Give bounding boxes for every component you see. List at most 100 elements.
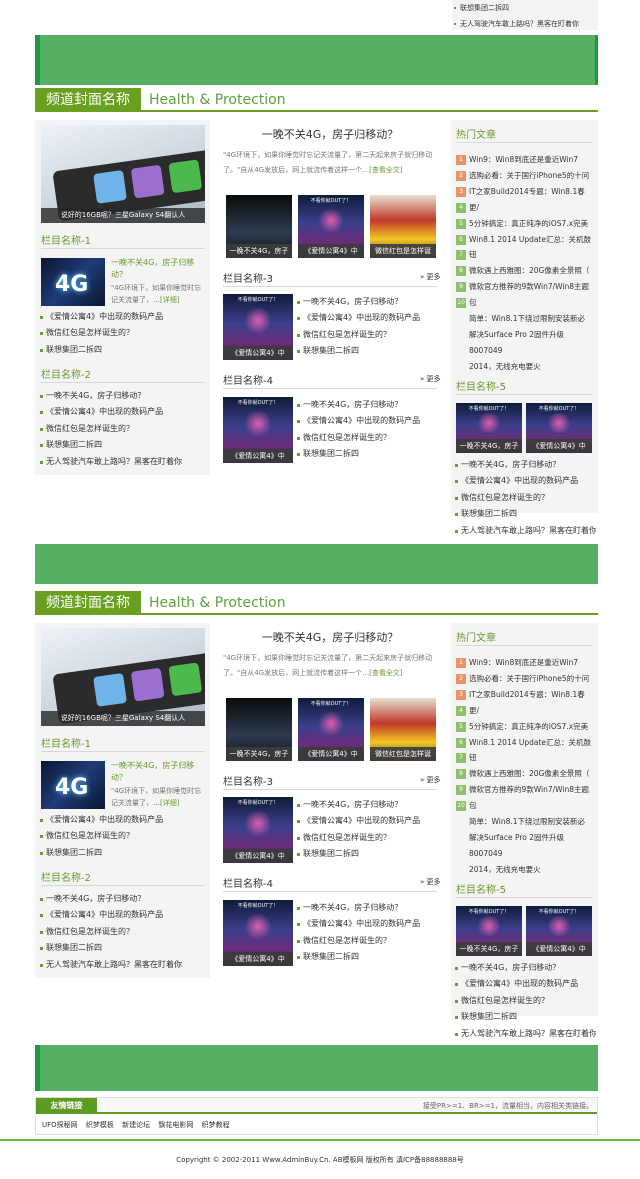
hot-article-item[interactable]: 5 5分钟搞定：真正纯净的iOS7.x完美: [451, 216, 598, 232]
thumbnail-image[interactable]: 不看你就OUT了！ 《爱情公寓4》中: [223, 294, 293, 360]
hot-article-item[interactable]: 4 更/: [451, 200, 598, 216]
list-item[interactable]: 《爱情公寓4》中出现的数码产品: [296, 916, 436, 932]
list-item[interactable]: 《爱情公寓4》中出现的数码产品: [39, 404, 207, 420]
photo-thumbnail[interactable]: 一晚不关4G，房子: [226, 195, 292, 258]
list-item[interactable]: 无人驾驶汽车敢上路吗？黑客在盯着你: [39, 957, 207, 973]
feature-more-link[interactable]: [详细]: [160, 296, 179, 304]
photo-caption[interactable]: 微信红包是怎样诞: [370, 747, 436, 761]
more-link[interactable]: » 更多: [420, 272, 441, 282]
hot-article-item[interactable]: 5 5分钟搞定：真正纯净的iOS7.x完美: [451, 719, 598, 735]
thumbnail-caption[interactable]: 一晚不关4G，房子: [456, 439, 522, 453]
list-item[interactable]: 《爱情公寓4》中出现的数码产品: [454, 473, 596, 489]
photo-caption[interactable]: 一晚不关4G，房子: [226, 747, 292, 761]
hot-article-item[interactable]: 2 选购必看：关于国行iPhone5的十问: [451, 168, 598, 184]
friend-link[interactable]: 织梦模板: [86, 1121, 114, 1129]
list-item[interactable]: 一晚不关4G，房子归移动？: [296, 797, 436, 813]
category-title[interactable]: 栏目名称-2: [41, 366, 91, 381]
category-title[interactable]: 栏目名称-2: [41, 869, 91, 884]
list-item[interactable]: 一晚不关4G，房子归移动？: [39, 388, 207, 404]
photo-thumbnail[interactable]: 微信红包是怎样诞: [370, 195, 436, 258]
list-item[interactable]: 微信红包是怎样诞生的？: [39, 924, 207, 940]
slide-caption[interactable]: 说好的16GB呢？三星Galaxy S4翻认人: [41, 208, 205, 223]
thumbnail-image[interactable]: 不看你就OUT了！ 《爱情公寓4》中: [526, 906, 592, 956]
category-title[interactable]: 栏目名称-1: [41, 232, 91, 247]
list-item[interactable]: 微信红包是怎样诞生的？: [39, 421, 207, 437]
hot-article-item[interactable]: 2 选购必看：关于国行iPhone5的十问: [451, 671, 598, 687]
headline[interactable]: 一晚不关4G，房子归移动？: [215, 629, 445, 645]
category-title[interactable]: 栏目名称-1: [41, 735, 91, 750]
list-item[interactable]: 联想集团二拆四: [454, 506, 596, 522]
friend-links-tab[interactable]: 友情链接: [36, 1098, 97, 1114]
hot-article-item[interactable]: 4 更/: [451, 703, 598, 719]
list-item[interactable]: 微信红包是怎样诞生的？: [296, 933, 436, 949]
feature-title[interactable]: 一晚不关4G，房子归移动？: [111, 257, 206, 281]
category-title[interactable]: 栏目名称-4: [223, 372, 273, 387]
ad-banner-2[interactable]: [35, 544, 598, 584]
friend-link[interactable]: 新建论坛: [122, 1121, 150, 1129]
list-item[interactable]: 联想集团二拆四: [296, 846, 436, 862]
more-link[interactable]: » 更多: [420, 877, 441, 887]
hot-article-item[interactable]: 2014，无线充电要火: [451, 862, 598, 878]
thumbnail-caption[interactable]: 《爱情公寓4》中: [223, 849, 293, 863]
hot-article-item[interactable]: 10 包: [451, 295, 598, 311]
list-item[interactable]: 微信红包是怎样诞生的？: [39, 325, 207, 341]
list-item[interactable]: 《爱情公寓4》中出现的数码产品: [454, 976, 596, 992]
hot-article-item[interactable]: 8 微软遇上西雅图：20G像素全景照（: [451, 263, 598, 279]
list-item[interactable]: 联想集团二拆四: [296, 343, 436, 359]
thumbnail-image[interactable]: 不看你就OUT了！ 《爱情公寓4》中: [526, 403, 592, 453]
hot-article-item[interactable]: 2014，无线充电要火: [451, 359, 598, 375]
thumbnail-image[interactable]: 不看你就OUT了！ 《爱情公寓4》中: [298, 698, 364, 761]
list-item[interactable]: 微信红包是怎样诞生的？: [296, 430, 436, 446]
list-item[interactable]: 微信红包是怎样诞生的？: [39, 828, 207, 844]
hot-article-item[interactable]: 解决Surface Pro 2固件升级: [451, 327, 598, 343]
photo-thumbnail[interactable]: 一晚不关4G，房子: [226, 698, 292, 761]
list-item[interactable]: 微信红包是怎样诞生的？: [296, 830, 436, 846]
list-item[interactable]: 《爱情公寓4》中出现的数码产品: [296, 413, 436, 429]
more-link[interactable]: » 更多: [420, 775, 441, 785]
hot-article-item[interactable]: 解决Surface Pro 2固件升级: [451, 830, 598, 846]
friend-link[interactable]: 织梦教程: [202, 1121, 230, 1129]
slide-caption[interactable]: 说好的16GB呢？三星Galaxy S4翻认人: [41, 711, 205, 726]
list-item[interactable]: 无人驾驶汽车敢上路吗？黑客在盯着你: [452, 16, 598, 32]
list-item[interactable]: 联想集团二拆四: [39, 342, 207, 358]
read-more-link[interactable]: [查看全文]: [369, 166, 402, 174]
channel-name[interactable]: 频道封面名称: [35, 591, 141, 615]
hot-article-item[interactable]: 1 Win9：Win8到底还是重近Win7: [451, 152, 598, 168]
thumbnail-caption[interactable]: 《爱情公寓4》中: [298, 747, 364, 761]
channel-name[interactable]: 频道封面名称: [35, 88, 141, 112]
hot-article-item[interactable]: 简单：Win8.1下绕过限制安装新必: [451, 311, 598, 327]
feature-title[interactable]: 一晚不关4G，房子归移动？: [111, 760, 206, 784]
read-more-link[interactable]: [查看全文]: [369, 669, 402, 677]
photo-caption[interactable]: 一晚不关4G，房子: [226, 244, 292, 258]
hot-article-item[interactable]: 8007049: [451, 343, 598, 359]
thumbnail-image[interactable]: 不看你就OUT了！ 一晚不关4G，房子: [456, 906, 522, 956]
hot-article-item[interactable]: 10 包: [451, 798, 598, 814]
hot-article-item[interactable]: 简单：Win8.1下绕过限制安装新必: [451, 814, 598, 830]
list-item[interactable]: 一晚不关4G，房子归移动？: [454, 960, 596, 976]
list-item[interactable]: 《爱情公寓4》中出现的数码产品: [39, 309, 207, 325]
ad-banner-3[interactable]: [35, 1045, 598, 1091]
thumbnail-caption[interactable]: 一晚不关4G，房子: [456, 942, 522, 956]
hot-article-item[interactable]: 6 Win8.1 2014 Update汇总：关机鼓: [451, 232, 598, 248]
list-item[interactable]: 联想集团二拆四: [39, 845, 207, 861]
list-item[interactable]: 微信红包是怎样诞生的？: [454, 993, 596, 1009]
list-item[interactable]: 《爱情公寓4》中出现的数码产品: [296, 813, 436, 829]
category-title[interactable]: 栏目名称-5: [456, 378, 506, 393]
thumbnail-image[interactable]: 不看你就OUT了！ 一晚不关4G，房子: [456, 403, 522, 453]
photo-caption[interactable]: 微信红包是怎样诞: [370, 244, 436, 258]
hot-article-item[interactable]: 1 Win9：Win8到底还是重近Win7: [451, 655, 598, 671]
more-link[interactable]: » 更多: [420, 374, 441, 384]
list-item[interactable]: 《爱情公寓4》中出现的数码产品: [39, 812, 207, 828]
featured-slide[interactable]: 说好的16GB呢？三星Galaxy S4翻认人: [41, 628, 205, 726]
featured-slide[interactable]: 说好的16GB呢？三星Galaxy S4翻认人: [41, 125, 205, 223]
thumbnail-caption[interactable]: 《爱情公寓4》中: [298, 244, 364, 258]
thumbnail-image[interactable]: 不看你就OUT了！ 《爱情公寓4》中: [223, 397, 293, 463]
hot-article-item[interactable]: 9 微软官方推荐的9款Win7/Win8主题: [451, 279, 598, 295]
thumbnail-caption[interactable]: 《爱情公寓4》中: [526, 942, 592, 956]
list-item[interactable]: 一晚不关4G，房子归移动？: [454, 457, 596, 473]
hot-article-item[interactable]: 3 IT之家Build2014专题：Win8.1春: [451, 687, 598, 703]
headline[interactable]: 一晚不关4G，房子归移动？: [215, 126, 445, 142]
thumbnail-caption[interactable]: 《爱情公寓4》中: [526, 439, 592, 453]
thumbnail-caption[interactable]: 《爱情公寓4》中: [223, 952, 293, 966]
category-title[interactable]: 栏目名称-5: [456, 881, 506, 896]
